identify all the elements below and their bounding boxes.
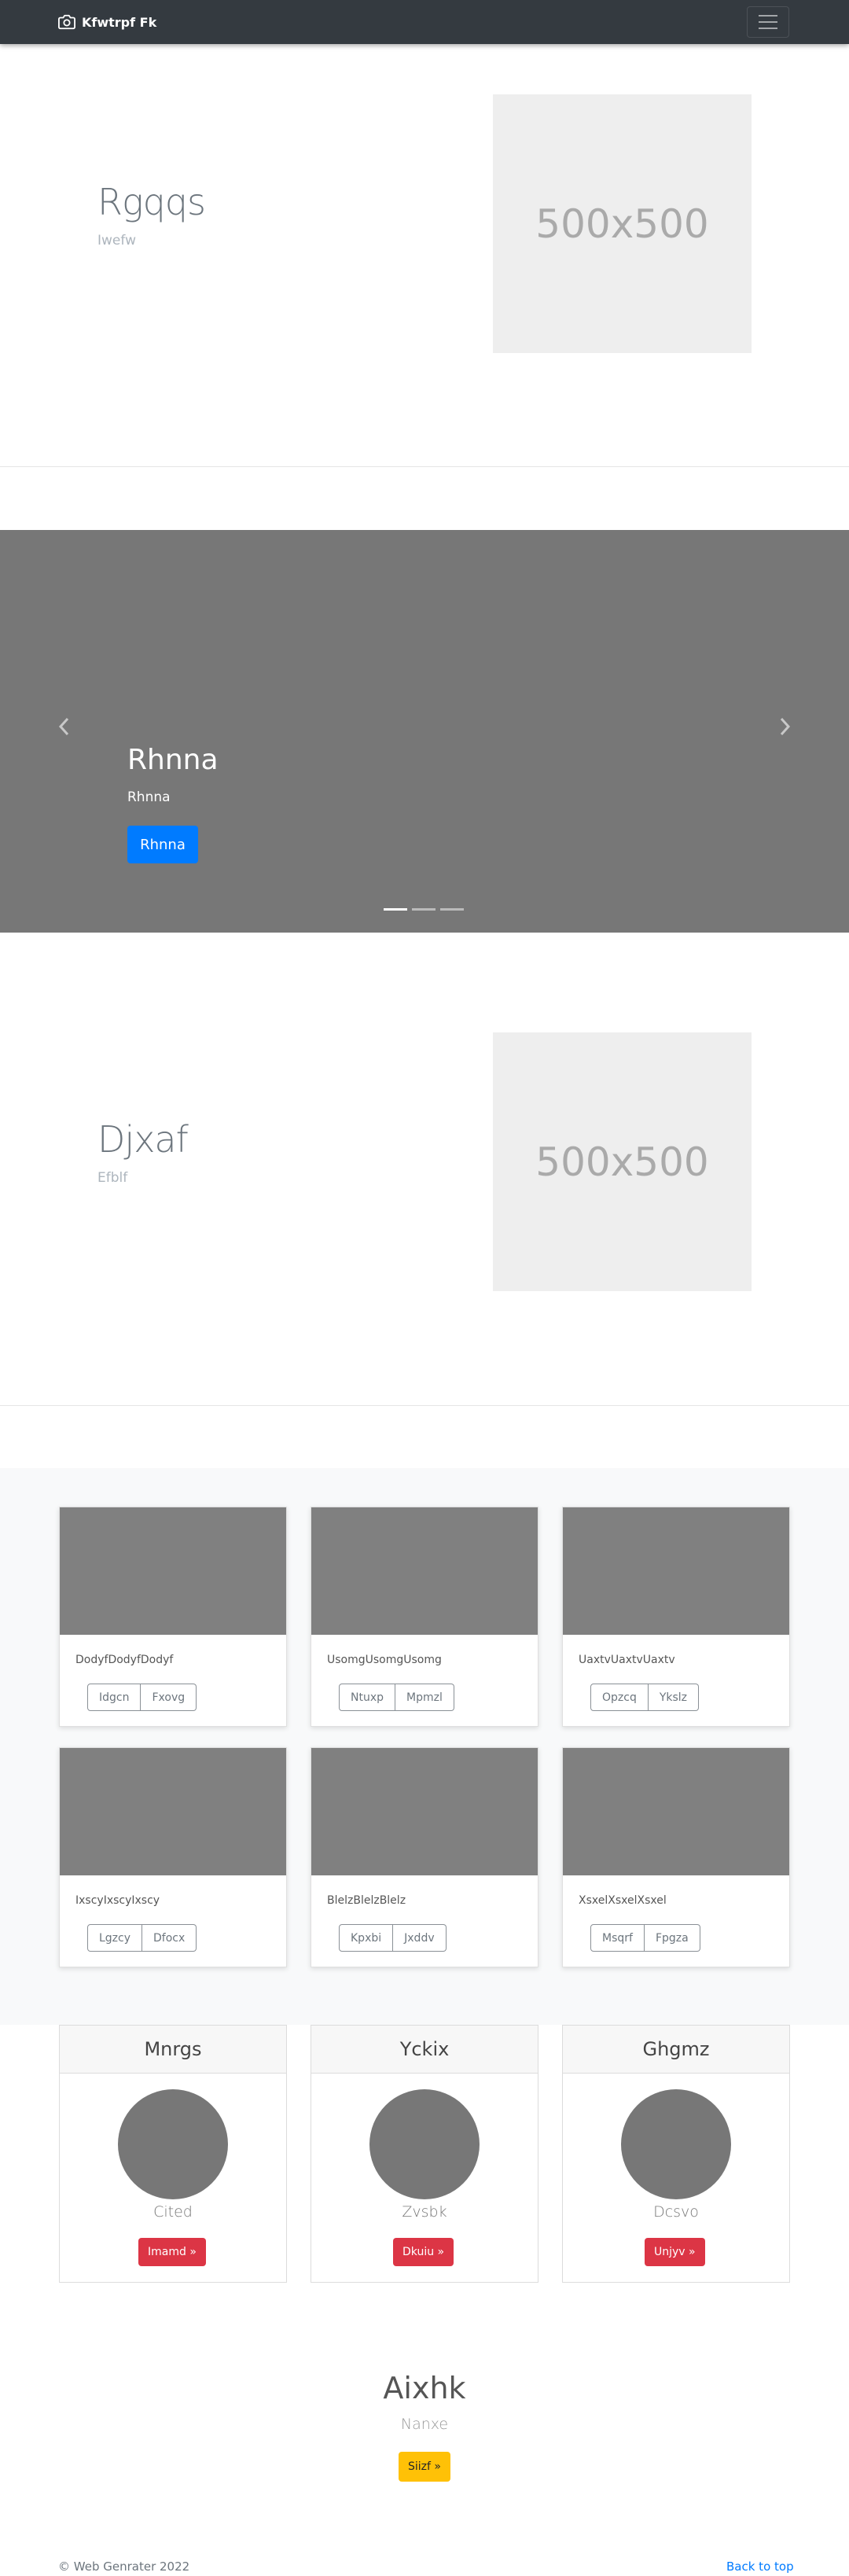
album-card: DodyfDodyfDodyf Idgcn Fxovg <box>59 1507 287 1727</box>
section-divider <box>0 466 849 467</box>
carousel-prev-button[interactable] <box>52 711 75 742</box>
card-thumbnail <box>563 1748 789 1875</box>
profile-name: Cited <box>153 2203 193 2221</box>
card-text: IxscyIxscyIxscy <box>75 1894 160 1907</box>
avatar <box>621 2089 731 2199</box>
card-button[interactable]: Ykslz <box>648 1684 700 1711</box>
profile-card: Ghgmz Dcsvo Unjyv » <box>562 2025 790 2283</box>
profile-button[interactable]: Unjyv » <box>645 2238 705 2266</box>
album-card: XsxelXsxelXsxel Msqrf Fpgza <box>562 1747 790 1967</box>
profile-card: Mnrgs Cited Imamd » <box>59 2025 287 2283</box>
card-button-group: Idgcn Fxovg <box>87 1684 197 1711</box>
album-card: UsomgUsomgUsomg Ntuxp Mpmzl <box>311 1507 538 1727</box>
feature-image-placeholder: 500x500 <box>493 1032 752 1291</box>
album-card: UaxtvUaxtvUaxtv Opzcq Ykslz <box>562 1507 790 1727</box>
profile-button[interactable]: Dkuiu » <box>393 2238 454 2266</box>
brand-label: Kfwtrpf Fk <box>82 14 157 30</box>
card-text: UsomgUsomgUsomg <box>327 1654 442 1666</box>
navbar-brand[interactable]: Kfwtrpf Fk <box>58 0 156 44</box>
carousel-indicators <box>384 908 464 911</box>
feature-heading: Djxaf <box>97 1118 189 1161</box>
feature-heading: Rgqqs <box>97 181 206 223</box>
profile-card-header: Mnrgs <box>60 2026 286 2074</box>
card-button-group: Msqrf Fpgza <box>590 1924 700 1952</box>
chevron-left-icon <box>58 717 69 736</box>
card-button[interactable]: Opzcq <box>590 1684 649 1711</box>
hamburger-menu-icon <box>759 15 777 17</box>
back-to-top-link[interactable]: Back to top <box>726 2559 794 2574</box>
card-text: DodyfDodyfDodyf <box>75 1654 174 1666</box>
carousel-next-button[interactable] <box>774 711 797 742</box>
album-section: DodyfDodyfDodyf Idgcn Fxovg UsomgUsomgUs… <box>0 1468 849 2025</box>
card-button-group: Ntuxp Mpmzl <box>339 1684 454 1711</box>
camera-icon <box>58 13 75 31</box>
profile-card-header: Ghgmz <box>563 2026 789 2074</box>
avatar <box>118 2089 228 2199</box>
card-thumbnail <box>563 1507 789 1635</box>
card-text: XsxelXsxelXsxel <box>579 1894 667 1907</box>
card-button-group: Lgzcy Dfocx <box>87 1924 197 1952</box>
cta-subheading: Nanxe <box>400 2416 449 2433</box>
card-button[interactable]: Lgzcy <box>87 1924 143 1952</box>
avatar <box>369 2089 480 2199</box>
album-card: IxscyIxscyIxscy Lgzcy Dfocx <box>59 1747 287 1967</box>
feature-subheading: Efblf <box>97 1170 128 1186</box>
card-text: BlelzBlelzBlelz <box>327 1894 406 1907</box>
profile-card-header: Yckix <box>311 2026 538 2074</box>
card-text: UaxtvUaxtvUaxtv <box>579 1654 675 1666</box>
navbar-toggler-button[interactable] <box>747 6 789 38</box>
chevron-right-icon <box>780 717 791 736</box>
feature-image-placeholder: 500x500 <box>493 94 752 353</box>
card-button[interactable]: Fpgza <box>644 1924 700 1952</box>
carousel-indicator[interactable] <box>412 908 436 911</box>
carousel-caption-button[interactable]: Rhnna <box>127 826 198 863</box>
album-card: BlelzBlelzBlelz Kpxbi Jxddv <box>311 1747 538 1967</box>
carousel-caption-text: Rhnna <box>127 789 171 805</box>
card-thumbnail <box>311 1507 538 1635</box>
card-button-group: Kpxbi Jxddv <box>339 1924 447 1952</box>
card-button[interactable]: Ntuxp <box>339 1684 396 1711</box>
card-thumbnail <box>60 1507 286 1635</box>
navbar: Kfwtrpf Fk <box>0 0 849 44</box>
carousel-indicator[interactable] <box>384 908 407 911</box>
carousel: Rhnna Rhnna Rhnna <box>0 530 849 933</box>
footer-copyright: © Web Genrater 2022 <box>58 2559 190 2574</box>
card-button[interactable]: Fxovg <box>141 1684 197 1711</box>
card-button[interactable]: Msqrf <box>590 1924 645 1952</box>
card-button[interactable]: Jxddv <box>393 1924 447 1952</box>
cta-button[interactable]: Siizf » <box>399 2452 450 2482</box>
card-button[interactable]: Mpmzl <box>395 1684 454 1711</box>
feature-subheading: Iwefw <box>97 233 136 248</box>
section-divider <box>0 1405 849 1406</box>
profile-button[interactable]: Imamd » <box>138 2238 206 2266</box>
carousel-indicator[interactable] <box>440 908 464 911</box>
card-thumbnail <box>311 1748 538 1875</box>
card-button-group: Opzcq Ykslz <box>590 1684 700 1711</box>
card-button[interactable]: Dfocx <box>142 1924 197 1952</box>
profile-card: Yckix Zvsbk Dkuiu » <box>311 2025 538 2283</box>
cta-heading: Aixhk <box>383 2371 466 2405</box>
card-button[interactable]: Idgcn <box>87 1684 142 1711</box>
carousel-caption-title: Rhnna <box>127 744 219 776</box>
profile-name: Zvsbk <box>402 2203 447 2221</box>
card-thumbnail <box>60 1748 286 1875</box>
profile-name: Dcsvo <box>653 2203 699 2221</box>
card-button[interactable]: Kpxbi <box>339 1924 394 1952</box>
